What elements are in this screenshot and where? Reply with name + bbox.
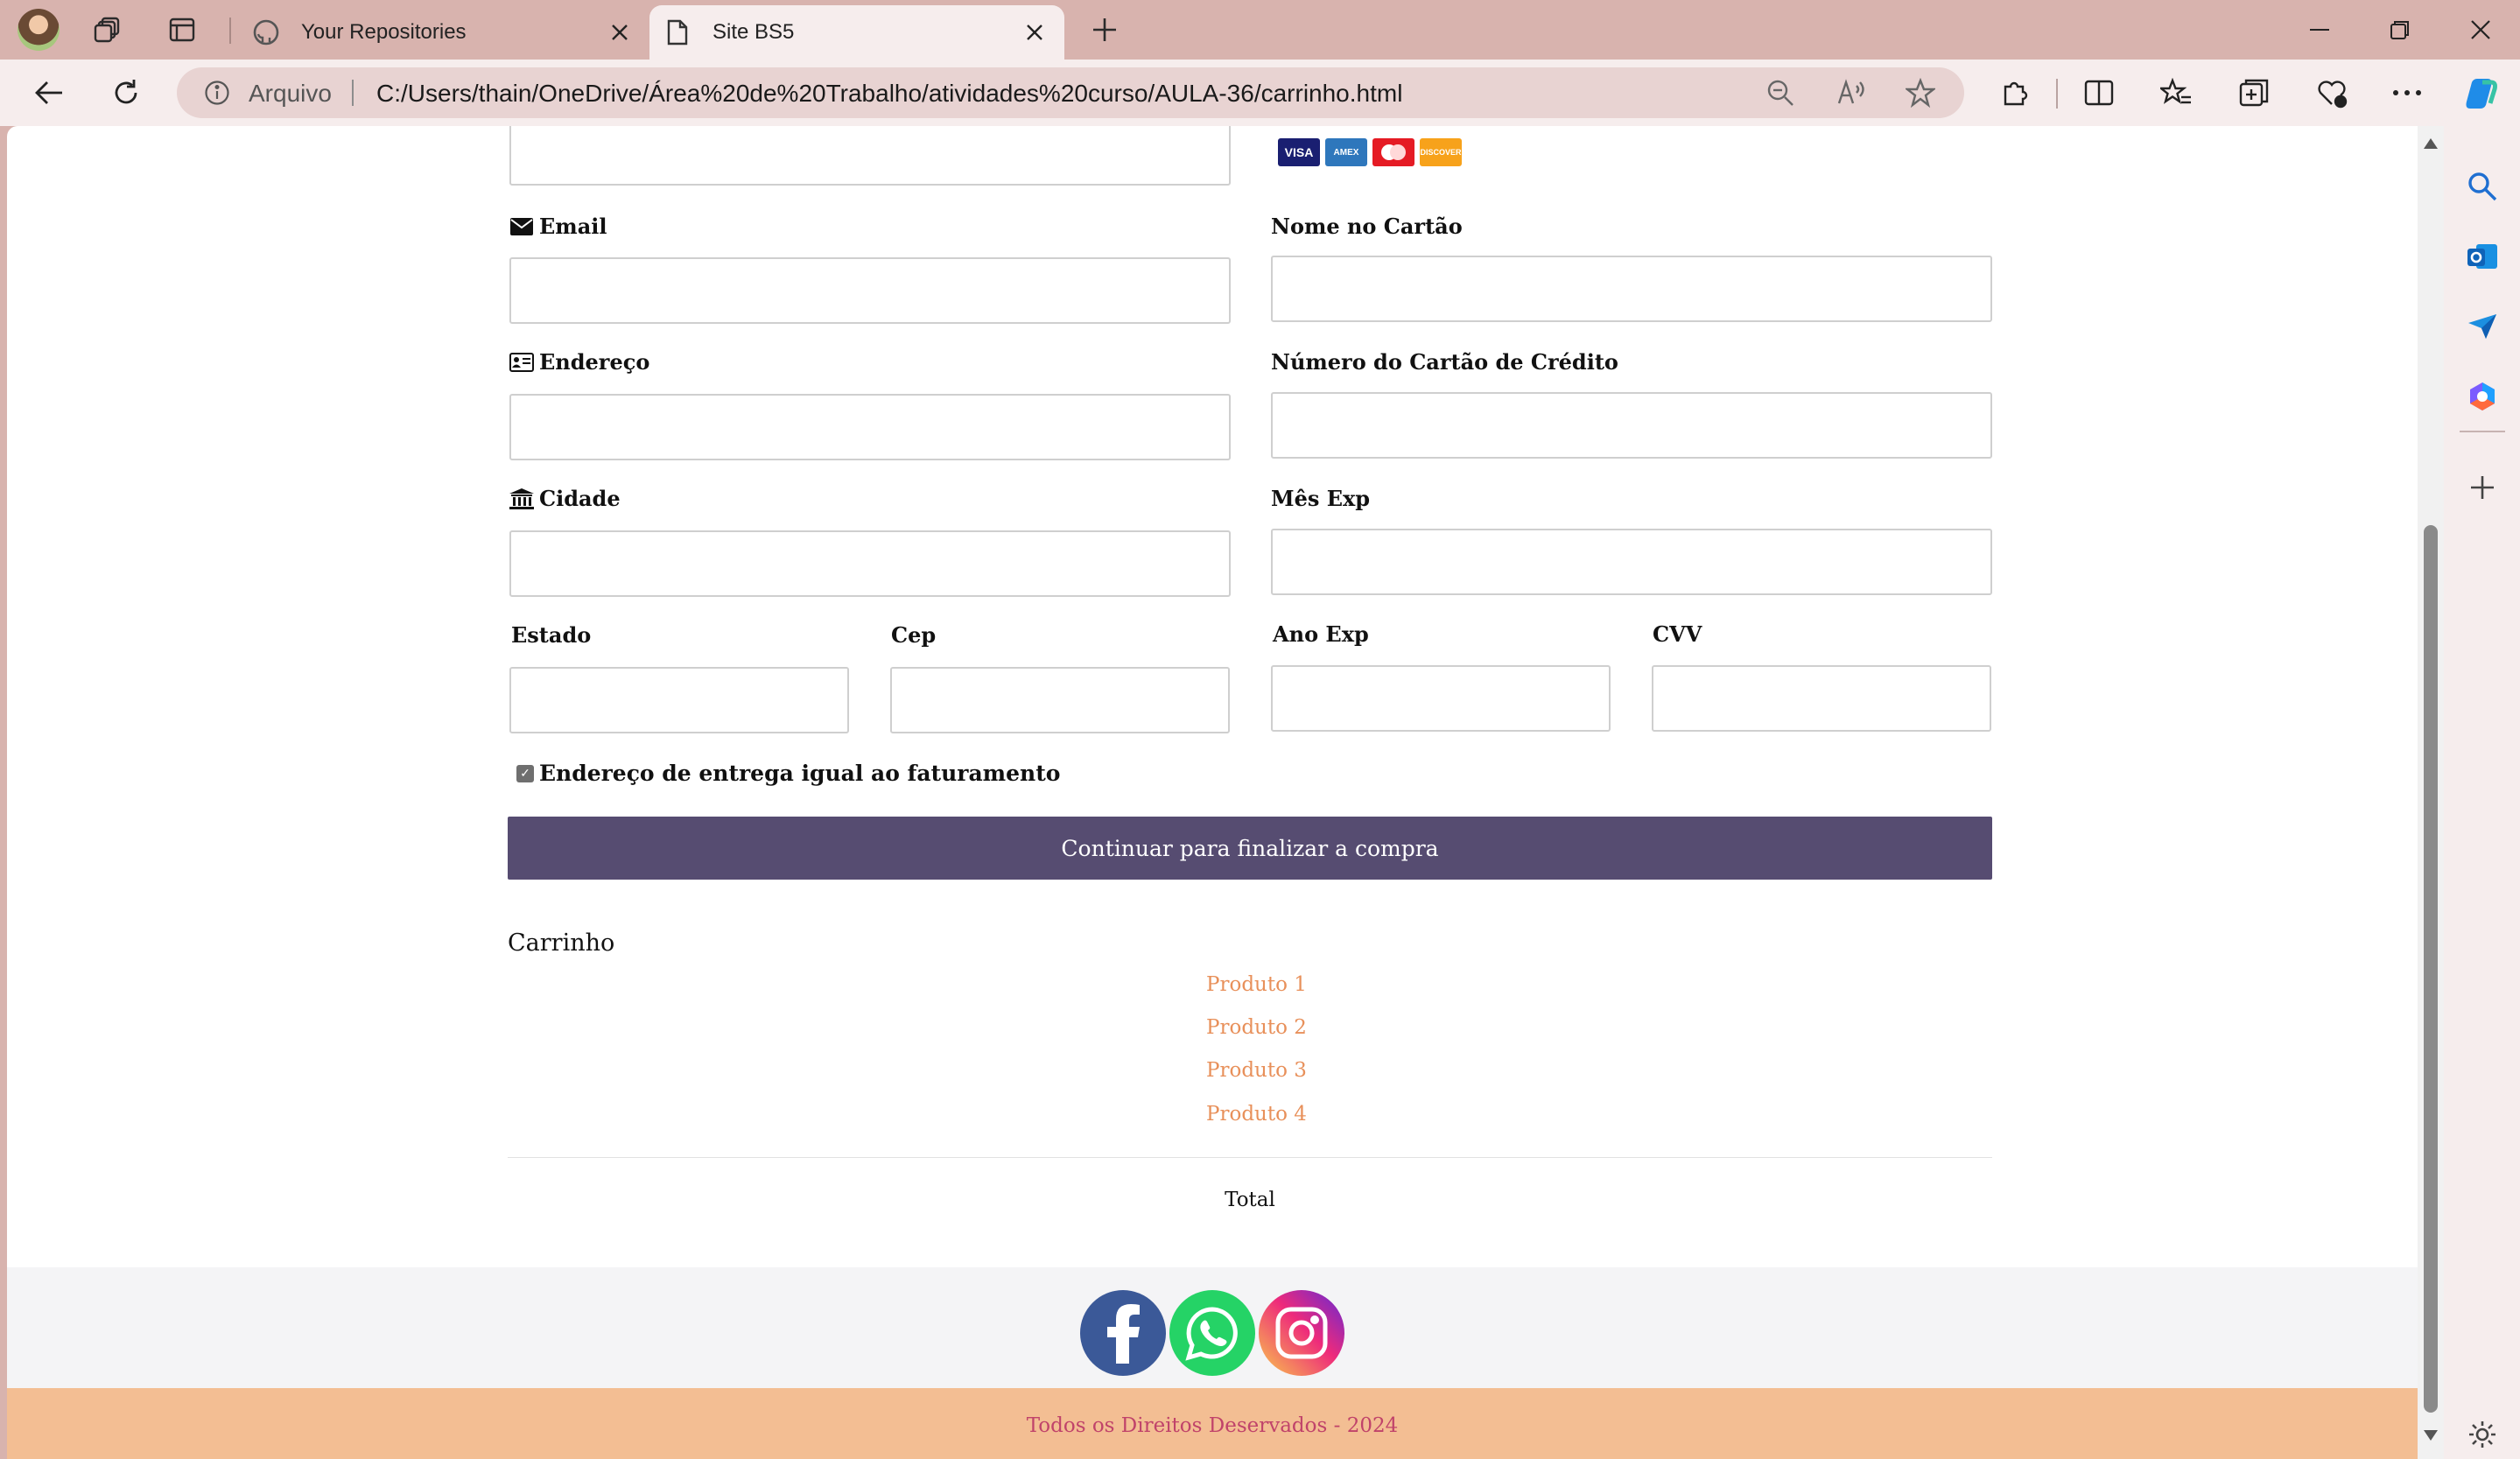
cart-item-link[interactable]: Produto 4 bbox=[1206, 1103, 1307, 1126]
read-aloud-icon[interactable] bbox=[1835, 75, 1870, 110]
tab-title: Site BS5 bbox=[712, 20, 795, 44]
edge-sidebar bbox=[2444, 126, 2520, 1459]
exp-month-label: Mês Exp bbox=[1271, 486, 1371, 511]
search-icon[interactable] bbox=[2460, 165, 2504, 208]
same-address-label: Endereço de entrega igual ao faturamento bbox=[539, 761, 1061, 786]
email-label: Email bbox=[509, 214, 607, 239]
cart-item-link[interactable]: Produto 3 bbox=[1206, 1059, 1307, 1082]
send-icon[interactable] bbox=[2460, 305, 2504, 348]
restore-button[interactable] bbox=[2374, 9, 2426, 51]
tab-title: Your Repositories bbox=[301, 20, 467, 44]
toolbar-separator bbox=[2056, 79, 2058, 109]
add-sidebar-app-icon[interactable] bbox=[2460, 466, 2504, 509]
visa-icon: VISA bbox=[1278, 138, 1320, 166]
address-bar[interactable]: Arquivo C:/Users/thain/OneDrive/Área%20d… bbox=[177, 67, 1964, 118]
collections-icon[interactable] bbox=[2234, 72, 2276, 114]
state-input[interactable] bbox=[509, 667, 849, 733]
envelope-icon bbox=[509, 216, 534, 237]
close-icon[interactable] bbox=[602, 15, 637, 50]
more-options-icon[interactable] bbox=[2386, 72, 2428, 114]
refresh-button[interactable] bbox=[105, 72, 147, 114]
scroll-thumb[interactable] bbox=[2424, 525, 2438, 1413]
checkout-button[interactable]: Continuar para finalizar a compra bbox=[508, 817, 1992, 880]
sidebar-settings-icon[interactable] bbox=[2460, 1413, 2504, 1456]
city-label: Cidade bbox=[509, 486, 621, 511]
discover-icon: DISCOVER bbox=[1420, 138, 1462, 166]
favorite-star-icon[interactable] bbox=[1903, 75, 1938, 110]
name-input[interactable] bbox=[509, 126, 1231, 186]
address-label: Endereço bbox=[509, 349, 649, 375]
cvv-input[interactable] bbox=[1652, 665, 1991, 732]
amex-icon: AMEX bbox=[1325, 138, 1367, 166]
email-input[interactable] bbox=[509, 257, 1231, 324]
office-icon[interactable] bbox=[2460, 375, 2504, 418]
card-number-input[interactable] bbox=[1271, 392, 1992, 459]
same-address-option[interactable]: ✓ Endereço de entrega igual ao faturamen… bbox=[516, 761, 1060, 786]
cart-item-link[interactable]: Produto 2 bbox=[1206, 1016, 1307, 1039]
address-divider bbox=[352, 80, 354, 106]
card-number-label: Número do Cartão de Crédito bbox=[1271, 349, 1618, 375]
tab-actions-icon[interactable] bbox=[161, 9, 203, 51]
cart-item-link[interactable]: Produto 1 bbox=[1206, 973, 1307, 996]
split-screen-icon[interactable] bbox=[2078, 72, 2120, 114]
card-name-label: Nome no Cartão bbox=[1271, 214, 1463, 239]
zoom-out-icon[interactable] bbox=[1763, 75, 1798, 110]
footer: Todos os Direitos Deservados - 2024 bbox=[7, 1388, 2418, 1459]
cart-title: Carrinho bbox=[508, 929, 615, 957]
tab-bar: Your Repositories Site BS5 bbox=[0, 0, 2520, 60]
favorites-icon[interactable] bbox=[2155, 72, 2197, 114]
accepted-cards: VISA AMEX DISCOVER bbox=[1278, 138, 1462, 166]
workspaces-icon[interactable] bbox=[88, 9, 130, 51]
copilot-icon[interactable] bbox=[2461, 72, 2503, 114]
info-icon[interactable] bbox=[203, 79, 231, 107]
close-window-button[interactable] bbox=[2454, 9, 2507, 51]
address-card-icon bbox=[509, 352, 534, 373]
url-text[interactable]: C:/Users/thain/OneDrive/Área%20de%20Trab… bbox=[376, 80, 1402, 108]
minimize-button[interactable] bbox=[2293, 9, 2346, 51]
zip-label: Cep bbox=[891, 622, 937, 648]
security-label: Arquivo bbox=[249, 80, 332, 107]
browser-essentials-icon[interactable] bbox=[2311, 72, 2353, 114]
sidebar-separator bbox=[2460, 431, 2505, 432]
extensions-icon[interactable] bbox=[1994, 72, 2036, 114]
page-icon bbox=[660, 15, 695, 50]
new-tab-button[interactable] bbox=[1084, 9, 1126, 51]
page-viewport: VISA AMEX DISCOVER Email Endereço Cidade… bbox=[7, 126, 2418, 1459]
github-icon bbox=[249, 15, 284, 50]
scroll-down-arrow-icon[interactable] bbox=[2424, 1430, 2438, 1441]
tab-separator bbox=[229, 18, 231, 44]
back-button[interactable] bbox=[28, 72, 70, 114]
tab-your-repositories[interactable]: Your Repositories bbox=[238, 5, 649, 60]
page-scrollbar[interactable] bbox=[2418, 126, 2444, 1459]
card-name-input[interactable] bbox=[1271, 256, 1992, 322]
cvv-label: CVV bbox=[1653, 621, 1702, 647]
exp-month-input[interactable] bbox=[1271, 529, 1992, 595]
zip-input[interactable] bbox=[890, 667, 1230, 733]
browser-toolbar: Arquivo C:/Users/thain/OneDrive/Área%20d… bbox=[0, 60, 2520, 126]
instagram-icon[interactable] bbox=[1259, 1290, 1344, 1376]
same-address-checkbox[interactable]: ✓ bbox=[516, 764, 534, 782]
mastercard-icon bbox=[1372, 138, 1414, 166]
outlook-icon[interactable] bbox=[2460, 235, 2504, 278]
tab-site-bs5[interactable]: Site BS5 bbox=[649, 5, 1064, 60]
state-label: Estado bbox=[511, 622, 592, 648]
close-icon[interactable] bbox=[1017, 15, 1052, 50]
whatsapp-icon[interactable] bbox=[1169, 1290, 1255, 1376]
city-input[interactable] bbox=[509, 530, 1231, 597]
facebook-icon[interactable] bbox=[1080, 1290, 1166, 1376]
cart-total-label: Total bbox=[1225, 1189, 1275, 1211]
cart-divider bbox=[508, 1157, 1992, 1158]
institution-icon bbox=[509, 488, 534, 509]
profile-avatar[interactable] bbox=[18, 9, 60, 51]
scroll-up-arrow-icon[interactable] bbox=[2424, 138, 2438, 149]
address-input[interactable] bbox=[509, 394, 1231, 460]
copyright-text: Todos os Direitos Deservados - 2024 bbox=[1026, 1414, 1399, 1437]
exp-year-label: Ano Exp bbox=[1273, 621, 1369, 647]
exp-year-input[interactable] bbox=[1271, 665, 1611, 732]
social-bar bbox=[7, 1267, 2418, 1388]
